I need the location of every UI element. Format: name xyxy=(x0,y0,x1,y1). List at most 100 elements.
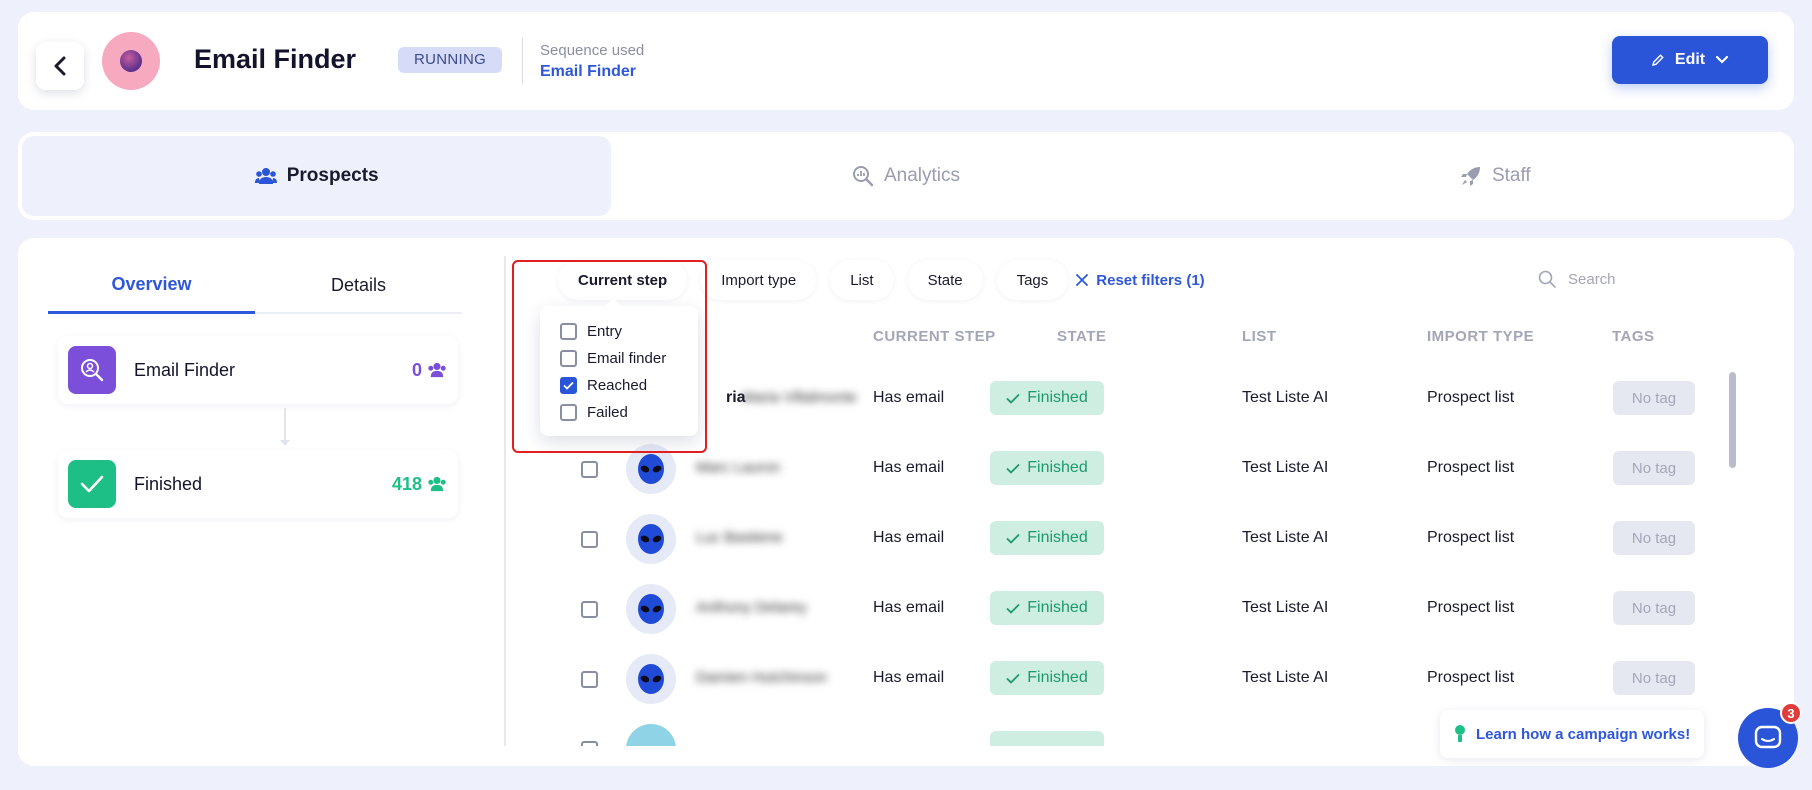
campaign-avatar xyxy=(102,32,160,90)
current-step: Has email xyxy=(873,389,945,406)
step-name: Email Finder xyxy=(134,359,236,380)
back-button[interactable] xyxy=(36,42,84,90)
users-icon xyxy=(254,168,277,184)
current-step: Has email xyxy=(873,529,945,546)
subtab-overview[interactable]: Overview xyxy=(48,258,255,314)
current-step: Has email xyxy=(873,669,945,686)
sequence-link[interactable]: Email Finder xyxy=(540,63,636,81)
prospects-panel: Overview Details Email Finder 0 Finished… xyxy=(18,238,1794,766)
search-icon xyxy=(1538,270,1556,288)
alien-avatar-icon xyxy=(626,444,676,494)
table-scrollbar[interactable] xyxy=(1729,372,1736,742)
list-name: Test Liste AI xyxy=(1242,599,1329,616)
status-badge: RUNNING xyxy=(398,47,503,73)
filter-state[interactable]: State xyxy=(907,260,983,300)
analytics-icon xyxy=(852,166,874,187)
edit-label: Edit xyxy=(1674,51,1706,68)
checkbox[interactable] xyxy=(560,323,577,340)
tab-analytics[interactable]: Analytics xyxy=(611,136,1200,216)
step-card-email-finder[interactable]: Email Finder 0 xyxy=(58,336,458,404)
tag-badge: No tag xyxy=(1613,521,1695,555)
table-row[interactable]: Anthony Delarey Has email Finished Test … xyxy=(528,573,1748,643)
checkbox[interactable] xyxy=(560,350,577,367)
prospect-name[interactable]: Marc Lauron xyxy=(696,459,780,476)
import-type: Prospect list xyxy=(1427,389,1515,406)
chevron-left-icon xyxy=(54,56,66,76)
filter-list[interactable]: List xyxy=(830,260,894,300)
filter-tags[interactable]: Tags xyxy=(996,260,1069,300)
step-count: 418 xyxy=(392,474,448,495)
photo-avatar xyxy=(626,724,676,746)
prospect-name[interactable]: Maria Villalmonte xyxy=(742,389,857,406)
column-header[interactable]: IMPORT TYPE xyxy=(1427,328,1534,345)
help-link[interactable]: Learn how a campaign works! xyxy=(1440,710,1705,758)
table-row[interactable]: Damien Hutchinson Has email Finished Tes… xyxy=(528,643,1748,713)
table-row[interactable]: Marc Lauron Has email Finished Test List… xyxy=(528,433,1748,503)
list-name: Test Liste AI xyxy=(1242,669,1329,686)
step-card-finished[interactable]: Finished 418 xyxy=(58,450,458,518)
tab-prospects[interactable]: Prospects xyxy=(22,136,612,216)
filter-current-step[interactable]: Current step xyxy=(558,260,688,300)
reset-filters-button[interactable]: Reset filters (1) xyxy=(1076,271,1205,289)
state-badge: Finished xyxy=(990,451,1104,485)
users-icon xyxy=(428,476,446,492)
state-badge: Finished xyxy=(990,381,1104,415)
import-type: Prospect list xyxy=(1427,529,1515,546)
check-icon xyxy=(563,381,574,390)
import-type: Prospect list xyxy=(1427,599,1515,616)
column-header[interactable]: LIST xyxy=(1242,328,1277,345)
prospect-name[interactable]: Luc Bastiene xyxy=(696,529,783,546)
table-row[interactable]: Luc Bastiene Has email Finished Test Lis… xyxy=(528,503,1748,573)
prospect-name[interactable]: Damien Hutchinson xyxy=(696,669,827,686)
row-checkbox[interactable] xyxy=(581,741,598,746)
check-icon xyxy=(1006,603,1020,614)
option-entry[interactable]: Entry xyxy=(560,318,698,345)
list-name: Test Liste AI xyxy=(1242,529,1329,546)
header-divider xyxy=(522,38,523,84)
sequence-label: Sequence used xyxy=(540,42,645,59)
check-icon xyxy=(1006,533,1020,544)
option-failed[interactable]: Failed xyxy=(560,399,698,426)
option-email-finder[interactable]: Email finder xyxy=(560,345,698,372)
overview-panel: Overview Details Email Finder 0 Finished… xyxy=(48,258,462,748)
checkbox-checked[interactable] xyxy=(560,377,577,394)
column-header[interactable]: CURRENT STEP xyxy=(873,328,996,345)
row-checkbox[interactable] xyxy=(581,601,598,618)
main-tabs: Prospects Analytics Staff xyxy=(18,132,1794,220)
chat-launcher[interactable]: 3 xyxy=(1738,702,1802,768)
check-icon xyxy=(68,460,116,508)
state-badge xyxy=(990,731,1104,746)
list-name: Test Liste AI xyxy=(1242,459,1329,476)
column-header[interactable]: TAGS xyxy=(1612,328,1655,345)
alien-avatar-icon xyxy=(626,654,676,704)
chevron-down-icon xyxy=(1716,55,1729,64)
search-input[interactable] xyxy=(1568,270,1738,288)
row-checkbox[interactable] xyxy=(581,531,598,548)
table-row[interactable]: ria Maria Villalmonte Has email Finished… xyxy=(528,363,1748,433)
scrollbar-thumb[interactable] xyxy=(1729,372,1736,468)
tag-badge: No tag xyxy=(1613,661,1695,695)
reset-label: Reset filters (1) xyxy=(1096,271,1205,289)
prospects-table: CURRENT STEP STATE LIST IMPORT TYPE TAGS… xyxy=(528,308,1748,746)
users-icon xyxy=(428,362,446,378)
campaign-header: Email Finder RUNNING Sequence used Email… xyxy=(18,12,1794,110)
checkbox[interactable] xyxy=(560,404,577,421)
option-reached[interactable]: Reached xyxy=(560,372,698,399)
tag-badge: No tag xyxy=(1613,591,1695,625)
row-checkbox[interactable] xyxy=(581,461,598,478)
filter-import-type[interactable]: Import type xyxy=(701,260,817,300)
tab-label: Analytics xyxy=(883,165,960,186)
column-header[interactable]: STATE xyxy=(1057,328,1106,345)
subtab-details[interactable]: Details xyxy=(255,258,462,312)
tab-staff[interactable]: Staff xyxy=(1201,136,1790,216)
filter-bar: Current step Import type List State Tags… xyxy=(558,260,1205,300)
state-badge: Finished xyxy=(990,661,1104,695)
prospect-name[interactable]: Anthony Delarey xyxy=(696,599,807,616)
lightbulb-icon xyxy=(1455,725,1465,742)
email-search-icon xyxy=(68,346,116,394)
rocket-icon xyxy=(1460,167,1480,186)
row-checkbox[interactable] xyxy=(581,671,598,688)
import-type: Prospect list xyxy=(1427,669,1515,686)
edit-button[interactable]: Edit xyxy=(1612,36,1768,84)
tag-badge: No tag xyxy=(1613,381,1695,415)
